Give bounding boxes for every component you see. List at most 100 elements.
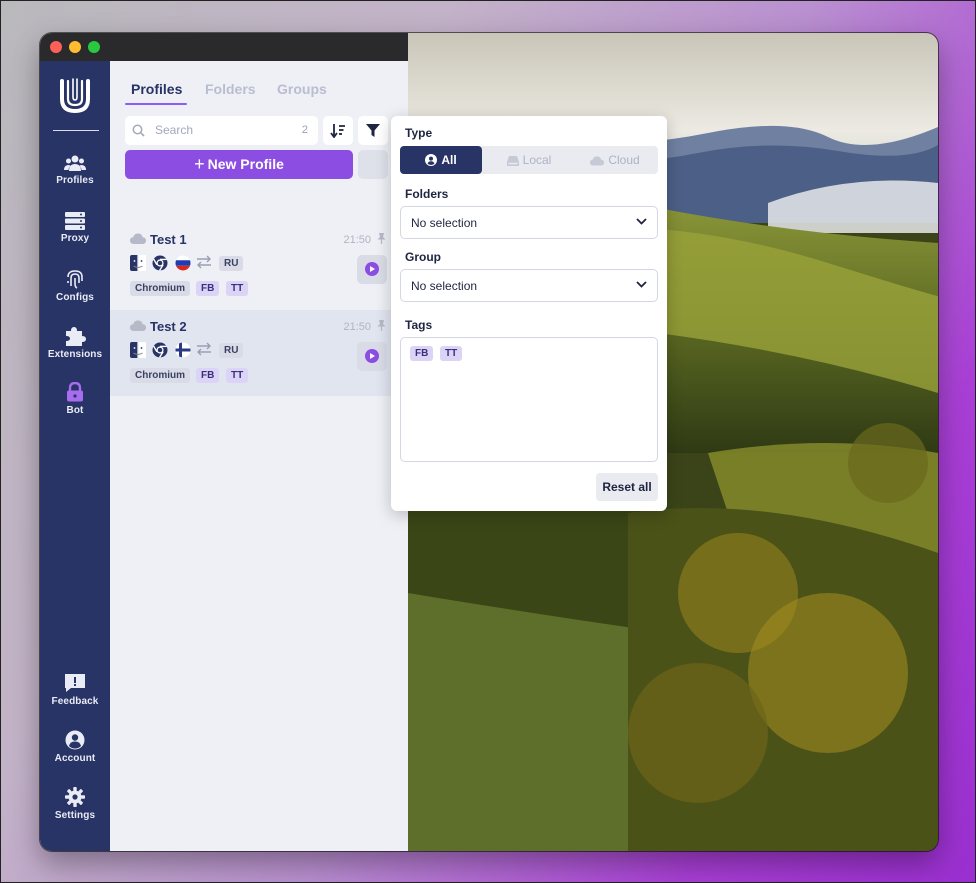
type-option-label: Local	[522, 153, 552, 167]
profile-count: 2	[301, 124, 308, 136]
sidebar-divider	[53, 130, 99, 131]
sidebar-item-label: Extensions	[47, 349, 103, 360]
sort-button[interactable]	[323, 116, 353, 145]
plus-icon: +	[194, 154, 205, 174]
profile-time: 21:50	[343, 234, 371, 246]
sidebar-item-extensions[interactable]: Extensions	[40, 326, 110, 360]
tag-option-chip[interactable]: TT	[440, 346, 463, 361]
sidebar-item-proxy[interactable]: Proxy	[40, 212, 110, 244]
type-option-cloud[interactable]: Cloud	[572, 146, 658, 174]
cloud-icon	[130, 320, 146, 331]
search-input[interactable]	[153, 122, 287, 138]
tab-groups[interactable]: Groups	[277, 81, 327, 97]
sidebar-item-label: Account	[54, 753, 96, 764]
profile-time: 21:50	[343, 321, 371, 333]
server-icon	[65, 212, 85, 230]
minimize-window-button[interactable]	[69, 41, 81, 53]
tag-option-chip[interactable]: FB	[410, 346, 434, 361]
active-tab-indicator	[125, 103, 187, 105]
search-box[interactable]: 2	[125, 116, 318, 145]
panel-toggle-button[interactable]	[358, 150, 388, 179]
puzzle-icon	[66, 327, 86, 346]
app-panel: Profiles Proxy Configs Extensions Bot Fe…	[40, 33, 408, 851]
chevron-down-icon	[636, 281, 647, 288]
tag-chip: TT	[226, 281, 249, 296]
group-select-value: No selection	[411, 279, 478, 293]
chrome-icon	[152, 255, 168, 271]
play-icon	[365, 349, 379, 363]
feedback-icon	[65, 674, 85, 692]
sidebar-item-profiles[interactable]: Profiles	[40, 154, 110, 186]
macos-finder-icon	[130, 342, 146, 358]
sidebar-item-label: Configs	[56, 292, 94, 303]
filter-button[interactable]	[358, 116, 388, 145]
filter-popover: Type All Local Cloud Folders No selectio…	[391, 116, 667, 511]
tags-selector[interactable]: FB TT	[400, 337, 658, 462]
tags-label: Tags	[405, 318, 433, 332]
search-icon	[132, 124, 145, 137]
profile-card[interactable]: Test 1 21:50 RU Chromium FB TT	[110, 223, 408, 309]
sidebar-item-account[interactable]: Account	[40, 730, 110, 764]
new-profile-label: New Profile	[207, 156, 284, 172]
tab-profiles[interactable]: Profiles	[131, 81, 182, 97]
chevron-down-icon	[636, 218, 647, 225]
title-bar	[40, 33, 408, 61]
sidebar: Profiles Proxy Configs Extensions Bot Fe…	[40, 61, 110, 851]
profile-name: Test 1	[150, 232, 187, 247]
type-option-label: All	[441, 153, 457, 167]
close-window-button[interactable]	[50, 41, 62, 53]
folders-select-value: No selection	[411, 216, 478, 230]
sidebar-item-label: Profiles	[56, 175, 94, 186]
sidebar-item-feedback[interactable]: Feedback	[40, 673, 110, 707]
account-icon	[65, 730, 85, 750]
launch-profile-button[interactable]	[357, 342, 387, 371]
new-profile-button[interactable]: + New Profile	[125, 150, 353, 179]
folders-select[interactable]: No selection	[400, 206, 658, 239]
fingerprint-icon	[67, 270, 83, 289]
group-select[interactable]: No selection	[400, 269, 658, 302]
play-icon	[365, 262, 379, 276]
pin-icon[interactable]	[377, 233, 386, 244]
type-option-all[interactable]: All	[400, 146, 482, 174]
profile-card[interactable]: Test 2 21:50 RU Chromium FB TT	[110, 310, 408, 396]
chrome-icon	[152, 342, 168, 358]
type-option-label: Cloud	[608, 153, 640, 167]
type-segmented-control: All Local Cloud	[400, 146, 658, 174]
macos-finder-icon	[130, 255, 146, 271]
browser-badge: Chromium	[130, 281, 190, 296]
sidebar-item-bot[interactable]: Bot	[40, 382, 110, 416]
profiles-panel: Profiles Folders Groups 2	[110, 61, 408, 851]
sidebar-item-label: Proxy	[60, 233, 90, 244]
russia-flag-icon	[175, 255, 191, 271]
profile-name: Test 2	[150, 319, 187, 334]
tab-folders[interactable]: Folders	[205, 81, 256, 97]
sidebar-item-settings[interactable]: Settings	[40, 787, 110, 821]
proxy-swap-icon	[197, 342, 211, 356]
country-badge: RU	[219, 256, 244, 271]
folders-label: Folders	[405, 187, 449, 201]
tag-chip: FB	[196, 281, 220, 296]
lock-icon	[67, 382, 83, 402]
type-label: Type	[405, 126, 433, 140]
launch-profile-button[interactable]	[357, 255, 387, 284]
sidebar-item-label: Settings	[54, 810, 96, 821]
sidebar-item-configs[interactable]: Configs	[40, 269, 110, 303]
group-label: Group	[405, 250, 441, 264]
browser-badge: Chromium	[130, 368, 190, 383]
sidebar-item-label: Bot	[66, 405, 84, 416]
country-badge: RU	[219, 343, 244, 358]
cloud-icon	[590, 156, 605, 166]
maximize-window-button[interactable]	[88, 41, 100, 53]
cloud-icon	[130, 233, 146, 244]
pin-icon[interactable]	[377, 320, 386, 331]
profiles-icon	[64, 155, 86, 171]
gear-icon	[65, 787, 85, 807]
tag-chip: TT	[226, 368, 249, 383]
reset-all-button[interactable]: Reset all	[596, 473, 658, 501]
sort-icon	[330, 124, 345, 138]
app-logo	[60, 78, 90, 114]
type-option-local[interactable]: Local	[486, 146, 572, 174]
user-icon	[425, 154, 438, 166]
filter-icon	[366, 124, 380, 137]
sidebar-item-label: Feedback	[51, 696, 99, 707]
